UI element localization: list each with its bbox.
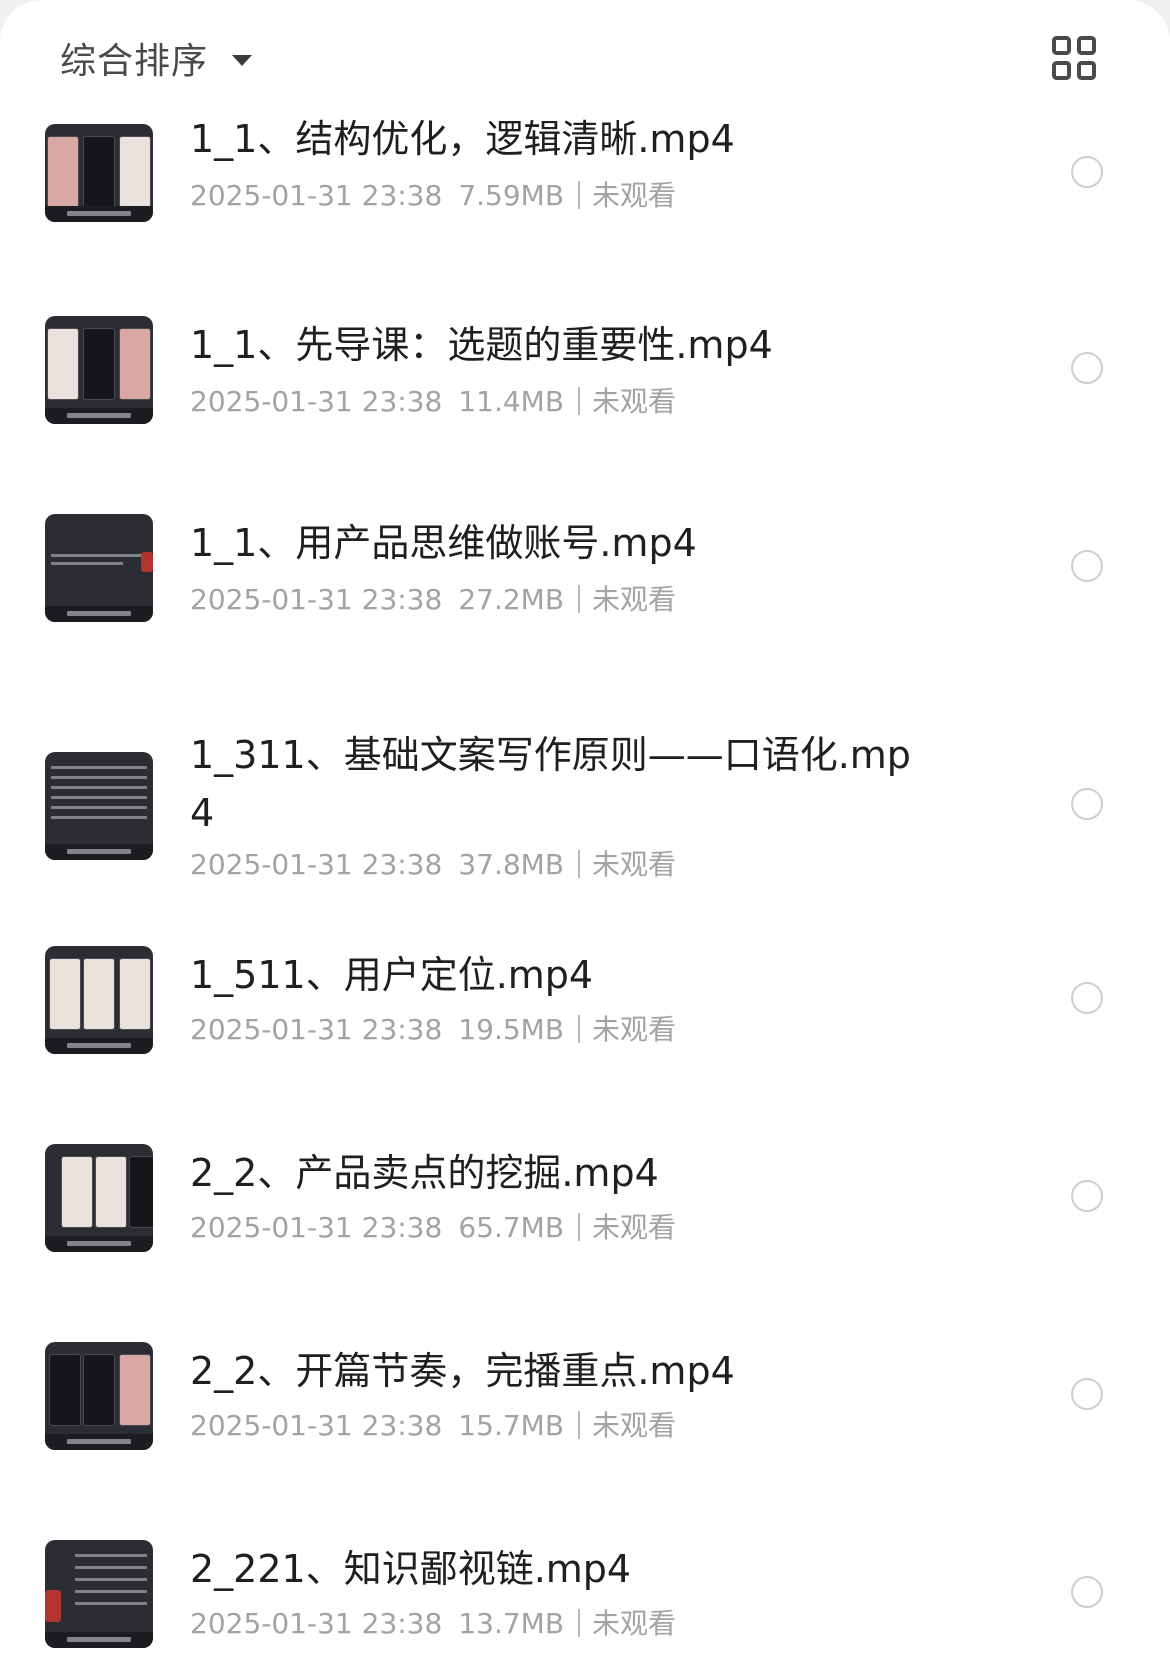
select-radio[interactable] <box>1071 1180 1103 1212</box>
watch-status: 未观看 <box>592 1607 677 1640</box>
file-title[interactable]: 2_2、开篇节奏，完播重点.mp4 <box>190 1342 930 1400</box>
video-thumbnail[interactable] <box>45 1540 153 1648</box>
file-title[interactable]: 2_221、知识鄙视链.mp4 <box>190 1540 930 1598</box>
file-title[interactable]: 1_1、用产品思维做账号.mp4 <box>190 514 930 572</box>
file-meta: 2025-01-31 23:38 7.59MB 未观看 <box>190 174 676 214</box>
watch-status: 未观看 <box>592 1211 677 1244</box>
select-radio[interactable] <box>1071 156 1103 188</box>
video-thumbnail[interactable] <box>45 514 153 622</box>
meta-divider <box>578 1213 581 1241</box>
list-item[interactable]: 2_2、开篇节奏，完播重点.mp4 2025-01-31 23:38 15.7MB… <box>0 1342 1170 1540</box>
select-radio[interactable] <box>1071 788 1103 820</box>
select-radio[interactable] <box>1071 982 1103 1014</box>
video-thumbnail[interactable] <box>45 946 153 1054</box>
list-item[interactable]: 2_2、产品卖点的挖掘.mp4 2025-01-31 23:38 65.7MB 未观… <box>0 1144 1170 1342</box>
chevron-down-icon <box>232 54 253 66</box>
watch-status: 未观看 <box>592 583 677 616</box>
video-thumbnail[interactable] <box>45 1144 153 1252</box>
list-item[interactable]: 1_511、用户定位.mp4 2025-01-31 23:38 19.5MB 未观看 <box>0 946 1170 1144</box>
file-size: 13.7MB <box>458 1607 565 1640</box>
file-title[interactable]: 2_2、产品卖点的挖掘.mp4 <box>190 1144 930 1202</box>
file-size: 37.8MB <box>458 848 565 881</box>
file-size: 7.59MB <box>458 179 565 212</box>
file-date: 2025-01-31 23:38 <box>190 179 443 212</box>
file-title[interactable]: 1_1、先导课：选题的重要性.mp4 <box>190 316 930 374</box>
file-date: 2025-01-31 23:38 <box>190 1211 443 1244</box>
file-meta: 2025-01-31 23:38 11.4MB 未观看 <box>190 380 676 420</box>
watch-status: 未观看 <box>592 848 677 881</box>
file-meta: 2025-01-31 23:38 19.5MB 未观看 <box>190 1008 676 1048</box>
grid-view-icon <box>1052 36 1096 80</box>
video-thumbnail[interactable] <box>45 752 153 860</box>
watch-status: 未观看 <box>592 179 677 212</box>
file-date: 2025-01-31 23:38 <box>190 385 443 418</box>
meta-divider <box>578 1609 581 1637</box>
sort-dropdown[interactable]: 综合排序 <box>60 32 253 84</box>
file-date: 2025-01-31 23:38 <box>190 583 443 616</box>
watch-status: 未观看 <box>592 385 677 418</box>
file-meta: 2025-01-31 23:38 65.7MB 未观看 <box>190 1206 676 1246</box>
file-meta: 2025-01-31 23:38 27.2MB 未观看 <box>190 578 676 618</box>
select-radio[interactable] <box>1071 1576 1103 1608</box>
list-item[interactable]: 1_1、结构优化，逻辑清晰.mp4 2025-01-31 23:38 7.59MB… <box>0 117 1170 316</box>
video-thumbnail[interactable] <box>45 1342 153 1450</box>
meta-divider <box>578 585 581 613</box>
list-item[interactable]: 1_1、用产品思维做账号.mp4 2025-01-31 23:38 27.2MB 未… <box>0 514 1170 731</box>
file-title[interactable]: 1_511、用户定位.mp4 <box>190 946 930 1004</box>
file-size: 19.5MB <box>458 1013 565 1046</box>
sort-label: 综合排序 <box>60 41 209 82</box>
file-meta: 2025-01-31 23:38 13.7MB 未观看 <box>190 1602 676 1642</box>
grid-view-toggle[interactable] <box>1050 34 1098 82</box>
watch-status: 未观看 <box>592 1013 677 1046</box>
file-date: 2025-01-31 23:38 <box>190 1013 443 1046</box>
file-date: 2025-01-31 23:38 <box>190 1409 443 1442</box>
select-radio[interactable] <box>1071 352 1103 384</box>
file-date: 2025-01-31 23:38 <box>190 1607 443 1640</box>
list-toolbar: 综合排序 <box>0 0 1170 118</box>
file-date: 2025-01-31 23:38 <box>190 848 443 881</box>
meta-divider <box>578 387 581 415</box>
file-size: 11.4MB <box>458 385 565 418</box>
select-radio[interactable] <box>1071 1378 1103 1410</box>
file-list: 1_1、结构优化，逻辑清晰.mp4 2025-01-31 23:38 7.59MB… <box>0 117 1170 1679</box>
list-item[interactable]: 1_311、基础文案写作原则——口语化.mp4 2025-01-31 23:38… <box>0 731 1170 946</box>
watch-status: 未观看 <box>592 1409 677 1442</box>
file-meta: 2025-01-31 23:38 15.7MB 未观看 <box>190 1404 676 1444</box>
list-item[interactable]: 1_1、先导课：选题的重要性.mp4 2025-01-31 23:38 11.4M… <box>0 316 1170 514</box>
file-title[interactable]: 1_311、基础文案写作原则——口语化.mp4 <box>190 726 930 842</box>
file-size: 27.2MB <box>458 583 565 616</box>
file-size: 15.7MB <box>458 1409 565 1442</box>
video-thumbnail[interactable] <box>45 316 153 424</box>
file-title[interactable]: 1_1、结构优化，逻辑清晰.mp4 <box>190 110 930 168</box>
file-size: 65.7MB <box>458 1211 565 1244</box>
video-thumbnail[interactable] <box>45 124 153 222</box>
meta-divider <box>578 1411 581 1439</box>
meta-divider <box>578 850 581 878</box>
meta-divider <box>578 1015 581 1043</box>
list-item[interactable]: 2_221、知识鄙视链.mp4 2025-01-31 23:38 13.7MB 未观… <box>0 1540 1170 1679</box>
file-list-panel: 综合排序 1_1、结构优化，逻辑清晰.mp4 2025-01-31 23:38 <box>0 0 1170 1679</box>
meta-divider <box>578 181 581 209</box>
select-radio[interactable] <box>1071 550 1103 582</box>
file-meta: 2025-01-31 23:38 37.8MB 未观看 <box>190 843 676 883</box>
